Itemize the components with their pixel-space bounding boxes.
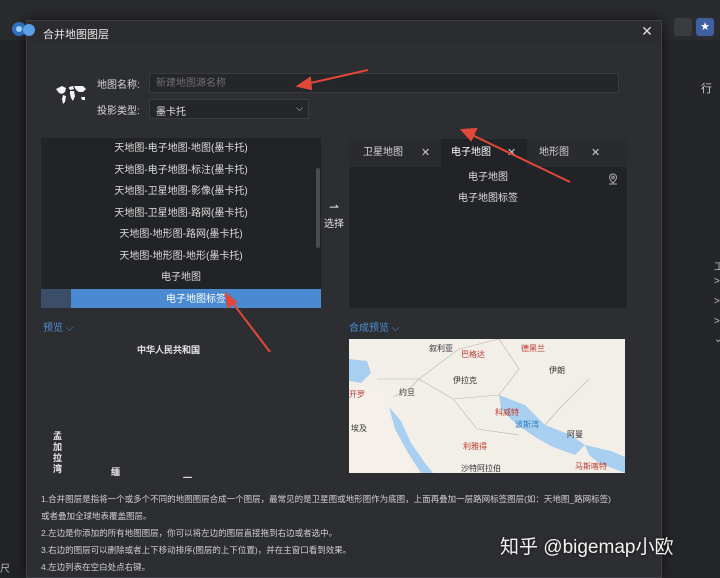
tab-electronic[interactable]: 电子地图 ✕: [441, 139, 527, 167]
dialog-title: 合并地图图层: [43, 29, 109, 41]
merged-map-preview: 叙利亚 巴格达 德黑兰 伊拉克 伊朗 约旦 开罗 埃及 科威特 波斯湾 阿曼 利…: [349, 339, 625, 473]
projection-value: 墨卡托: [156, 107, 186, 118]
scrollbar[interactable]: [316, 168, 320, 248]
list-item[interactable]: 天地图-卫星地图-路网(墨卡托): [41, 203, 321, 225]
merge-layers-dialog: 合并地图图层 ✕ 地图名称: 投影类型: 墨卡托 ⌵ 天地图-电子地图-地图(墨…: [12, 20, 662, 578]
app-logo-icon: [12, 22, 35, 36]
select-label: 选择: [324, 219, 344, 230]
map-label: 马斯喀特: [575, 462, 607, 471]
map-label: 科威特: [495, 408, 519, 417]
map-label: 约旦: [399, 388, 415, 397]
close-icon[interactable]: ✕: [421, 139, 430, 167]
map-label: 埃及: [351, 424, 367, 433]
list-item[interactable]: 电子地图: [349, 167, 627, 188]
world-map-icon: [56, 86, 86, 104]
close-icon[interactable]: ✕: [591, 139, 600, 167]
map-label: 波斯湾: [515, 420, 539, 429]
list-item[interactable]: 天地图-卫星地图-影像(墨卡托): [41, 181, 321, 203]
list-item[interactable]: 天地图-电子地图-标注(墨卡托): [41, 160, 321, 182]
available-layers-list[interactable]: 天地图-电子地图-地图(墨卡托) 天地图-电子地图-标注(墨卡托) 天地图-卫星…: [41, 138, 321, 308]
note-line: 或者叠加全球地表覆盖图层。: [41, 511, 152, 521]
arrow-right-icon: ⇀: [328, 200, 340, 214]
map-label: 巴格达: [461, 350, 485, 359]
note-line: 1.合并图层是指将一个或多个不同的地图图层合成一个图层，最常见的是卫星图或地形图…: [41, 494, 611, 504]
list-item[interactable]: 天地图-地形图-地形(墨卡托): [41, 246, 321, 268]
layer-preview: 中华人民共和国 孟加拉湾 缅 一: [41, 333, 323, 483]
side-tick: 工: [714, 262, 720, 273]
toolbar-button[interactable]: [674, 18, 692, 36]
projection-label: 投影类型:: [97, 106, 140, 117]
map-name-label: 地图名称:: [97, 80, 140, 91]
map-label: 阿曼: [567, 430, 583, 439]
map-label: 伊朗: [549, 366, 565, 375]
close-icon[interactable]: ✕: [507, 139, 516, 167]
side-tick: ⌄: [714, 334, 720, 345]
side-tick: >: [714, 276, 720, 287]
tab-terrain[interactable]: 地形图 ✕: [539, 139, 619, 167]
map-name-input[interactable]: [149, 73, 619, 93]
status-fragment: 尺: [0, 564, 10, 575]
tab-label: 电子地图: [451, 147, 491, 158]
list-item[interactable]: 天地图-地形图-路网(墨卡托): [41, 224, 321, 246]
tab-satellite[interactable]: 卫星地图 ✕: [363, 139, 439, 167]
tab-label: 地形图: [539, 147, 569, 158]
preview-label-fragment: 一: [183, 473, 193, 483]
preview-label-fragment: 孟加拉湾: [53, 431, 63, 474]
selection-strip: [41, 288, 71, 308]
app-left-panel: [0, 40, 28, 578]
preview-toggle[interactable]: 预览 ⌵: [43, 319, 73, 334]
merged-layers-list[interactable]: 电子地图 电子地图标签: [349, 167, 627, 308]
layer-tabs: 卫星地图 ✕ 电子地图 ✕ 地形图 ✕: [349, 139, 627, 167]
close-icon[interactable]: ✕: [639, 23, 655, 39]
app-right-panel: 行: [662, 40, 720, 578]
watermark: 知乎 @bigemap小欧: [500, 537, 674, 558]
list-item[interactable]: 天地图-电子地图-地图(墨卡托): [41, 138, 321, 160]
map-label: 开罗: [349, 390, 365, 399]
map-label: 叙利亚: [429, 344, 453, 353]
projection-select[interactable]: 墨卡托 ⌵: [149, 99, 309, 119]
map-label: 伊拉克: [453, 376, 477, 385]
star-icon[interactable]: ★: [696, 18, 714, 36]
note-line: 4.左边列表在空白处点右键。: [41, 562, 151, 572]
select-move-button[interactable]: ⇀ 选择: [323, 201, 345, 230]
preview-label-fragment: 缅: [111, 467, 121, 477]
side-tick: >: [714, 296, 720, 307]
tab-label: 卫星地图: [363, 147, 403, 158]
location-pin-icon[interactable]: [607, 173, 619, 185]
preview-label: 中华人民共和国: [137, 345, 201, 355]
dialog-titlebar: 合并地图图层 ✕: [12, 21, 661, 43]
list-item[interactable]: 电子地图: [41, 267, 321, 289]
map-label: 利雅得: [463, 442, 487, 451]
merged-preview-toggle[interactable]: 合成预览 ⌵: [349, 319, 399, 334]
chevron-down-icon: ⌵: [296, 103, 303, 113]
side-tick: >: [714, 316, 720, 327]
side-panel-label: 行: [701, 83, 712, 95]
map-geography: [349, 339, 625, 473]
list-item-selected[interactable]: 电子地图标签: [71, 288, 321, 308]
map-label: 沙特阿拉伯: [461, 464, 501, 473]
map-label: 德黑兰: [521, 344, 545, 353]
list-item[interactable]: 电子地图标签: [349, 188, 627, 209]
